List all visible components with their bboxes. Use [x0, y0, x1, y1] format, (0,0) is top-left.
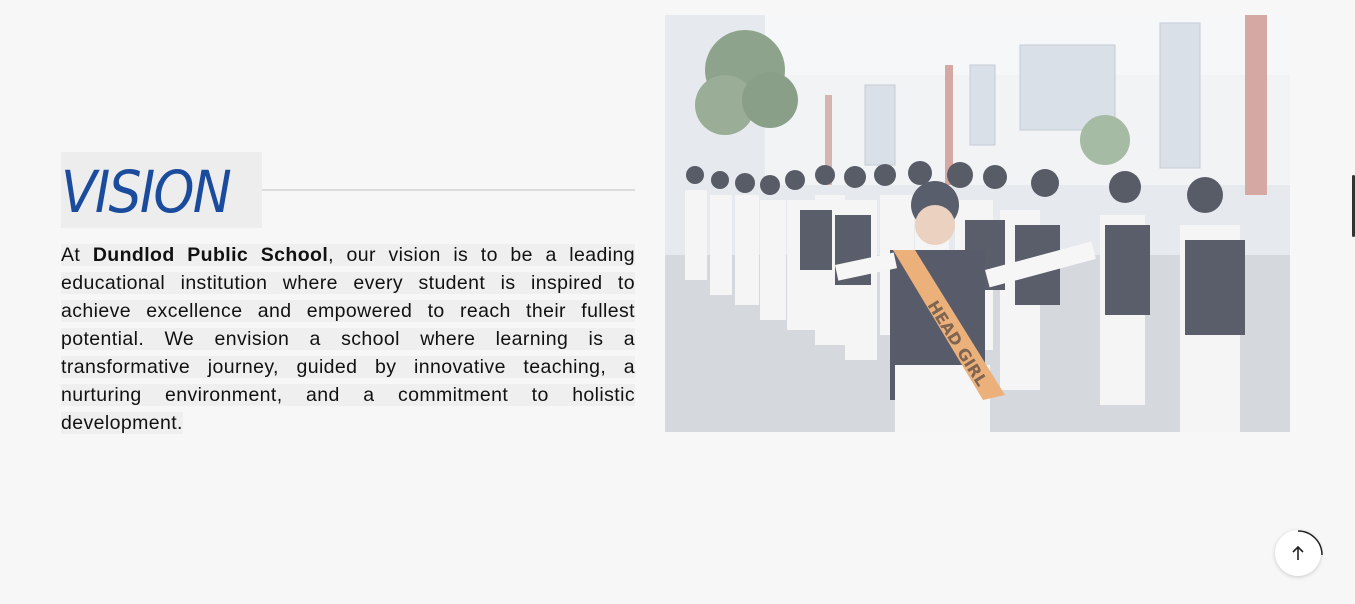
heading-divider: [262, 189, 635, 191]
scroll-to-top-button[interactable]: [1275, 530, 1323, 576]
photo-illustration: HEAD GIRL: [665, 15, 1290, 432]
vision-intro: At: [61, 244, 93, 266]
scroll-progress-ring: [1297, 530, 1323, 556]
students-march-photo: HEAD GIRL: [665, 15, 1290, 432]
vision-section: VISION At Dundlod Public School, our vis…: [61, 152, 641, 437]
vision-paragraph: At Dundlod Public School, our vision is …: [61, 241, 635, 437]
vision-heading-row: VISION: [61, 152, 641, 228]
vision-body: , our vision is to be a leading educatio…: [61, 244, 635, 434]
vision-title: VISION: [61, 158, 232, 226]
school-name: Dundlod Public School: [92, 244, 329, 266]
